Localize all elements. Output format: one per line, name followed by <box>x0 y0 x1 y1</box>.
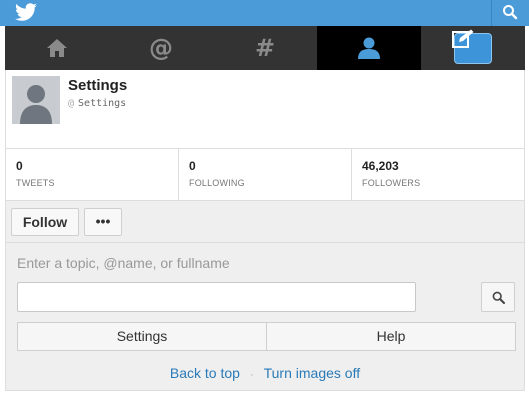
stat-followers[interactable]: 46,203 FOLLOWERS <box>352 149 524 200</box>
handle-at-symbol: @ <box>68 98 75 109</box>
footer-links: Back to top · Turn images off <box>6 365 524 381</box>
more-options-button[interactable]: ••• <box>84 208 122 236</box>
header-search-button[interactable] <box>491 0 529 26</box>
help-button[interactable]: Help <box>267 323 515 350</box>
avatar <box>12 76 60 124</box>
stat-label: FOLLOWERS <box>362 178 421 188</box>
stat-tweets[interactable]: 0 TWEETS <box>6 149 179 200</box>
link-separator: · <box>249 369 254 381</box>
settings-button[interactable]: Settings <box>18 323 267 350</box>
profile-header: Settings @ Settings <box>5 70 525 148</box>
follow-button[interactable]: Follow <box>11 208 79 236</box>
main-nav: @ # <box>5 26 525 70</box>
twitter-bird-icon[interactable] <box>14 3 38 23</box>
nav-home[interactable] <box>5 26 109 70</box>
back-to-top-link[interactable]: Back to top <box>170 365 240 381</box>
profile-handle: @ Settings <box>68 98 126 109</box>
profile-stats: 0 TWEETS 0 FOLLOWING 46,203 FOLLOWERS <box>5 148 525 201</box>
turn-images-off-link[interactable]: Turn images off <box>264 365 361 381</box>
search-submit-button[interactable] <box>481 282 515 312</box>
stat-value: 46,203 <box>362 159 399 173</box>
profile-name: Settings <box>68 77 128 94</box>
nav-discover[interactable]: # <box>213 26 317 70</box>
search-input[interactable] <box>17 282 416 312</box>
nav-connect[interactable]: @ <box>109 26 213 70</box>
stat-following[interactable]: 0 FOLLOWING <box>179 149 352 200</box>
compose-button[interactable] <box>452 29 492 64</box>
settings-help-buttons: Settings Help <box>17 322 516 351</box>
search-prompt: Enter a topic, @name, or fullname <box>17 255 230 271</box>
stat-label: FOLLOWING <box>189 178 245 188</box>
action-panel: Follow ••• Enter a topic, @name, or full… <box>5 201 525 391</box>
stat-value: 0 <box>16 159 23 173</box>
top-bar <box>0 0 529 26</box>
stat-value: 0 <box>189 159 196 173</box>
nav-compose[interactable] <box>421 26 525 70</box>
divider <box>6 242 524 243</box>
handle-text: Settings <box>78 98 127 109</box>
svg-text:#: # <box>255 36 275 60</box>
stat-label: TWEETS <box>16 178 55 188</box>
nav-me[interactable] <box>317 26 421 70</box>
svg-text:@: @ <box>149 36 173 60</box>
